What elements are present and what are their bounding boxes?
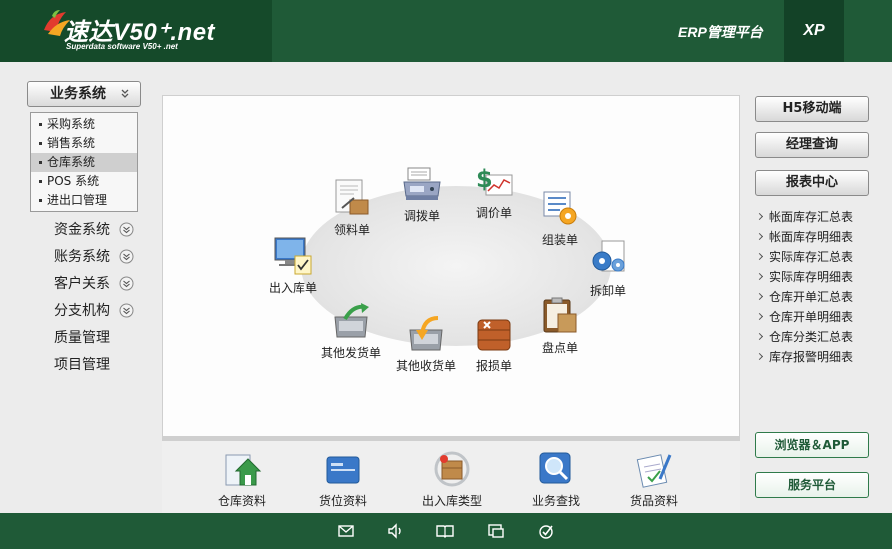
business-lookup-tile[interactable]: 业务查找 — [528, 449, 584, 509]
other-shipment-tile[interactable]: 其他发货单 — [318, 301, 384, 361]
tile-label: 货品资料 — [629, 494, 678, 508]
report-link[interactable]: 帐面库存明细表 — [755, 227, 881, 247]
outbox-arrow-icon — [334, 303, 369, 338]
tile-label: 其他收货单 — [395, 359, 456, 373]
menu-item-projects[interactable]: 项目管理 — [54, 353, 138, 380]
header-bar: 速达V50⁺.net Superdata software V50+ .net … — [0, 0, 892, 62]
manager-query-button[interactable]: 经理查询 — [755, 132, 869, 158]
double-chevron-down-icon — [121, 89, 129, 98]
tile-label: 拆卸单 — [589, 284, 626, 298]
dollar-chart-icon: $ — [476, 165, 513, 196]
transfer-order-tile[interactable]: 调拨单 — [397, 164, 447, 224]
circle-chevron-down-icon — [119, 249, 134, 264]
tile-label: 盘点单 — [541, 341, 578, 355]
speaker-icon[interactable] — [386, 522, 404, 540]
stock-inout-tile[interactable]: 出入库单 — [265, 236, 321, 296]
tile-label: 仓库资料 — [217, 494, 266, 508]
gears-document-icon — [592, 240, 625, 272]
report-link[interactable]: 实际库存明细表 — [755, 267, 881, 287]
browser-app-button[interactable]: 浏览器＆APP — [755, 432, 869, 458]
window-icon[interactable] — [487, 522, 505, 540]
inbox-arrow-icon — [409, 316, 443, 351]
material-pick-tile[interactable]: 领料单 — [327, 178, 377, 238]
report-link[interactable]: 实际库存汇总表 — [755, 247, 881, 267]
menu-item-funds[interactable]: 资金系统 — [54, 218, 138, 245]
svg-text:$: $ — [476, 165, 493, 193]
sub-item-pos[interactable]: POS 系统 — [31, 172, 137, 191]
tile-label: 其他发货单 — [320, 346, 381, 360]
tile-label: 业务查找 — [531, 494, 580, 508]
mail-icon[interactable] — [337, 522, 355, 540]
warehouse-house-icon — [225, 454, 262, 486]
damaged-box-icon — [477, 319, 511, 351]
tile-label: 货位资料 — [318, 494, 367, 508]
logo-subtitle: Superdata software V50+ .net — [66, 42, 178, 51]
tile-label: 出入库类型 — [421, 494, 482, 508]
warehouse-info-tile[interactable]: 仓库资料 — [214, 449, 270, 509]
document-box-icon — [335, 179, 369, 215]
report-center-button[interactable]: 报表中心 — [755, 170, 869, 196]
left-menu: 资金系统 账务系统 客户关系 分支机构 质量管理 项目管理 — [54, 218, 138, 380]
report-link[interactable]: 仓库分类汇总表 — [755, 327, 881, 347]
business-sub-list: 采购系统 销售系统 仓库系统 POS 系统 进出口管理 — [30, 112, 138, 212]
book-icon[interactable] — [436, 522, 454, 540]
tile-label: 组装单 — [541, 233, 578, 247]
report-link[interactable]: 仓库开单明细表 — [755, 307, 881, 327]
platform-name: ERP管理平台 — [678, 24, 763, 40]
sub-item-purchase[interactable]: 采购系统 — [31, 115, 137, 134]
h5-mobile-button[interactable]: H5移动端 — [755, 96, 869, 122]
damage-report-tile[interactable]: 报损单 — [469, 314, 519, 374]
warehouse-flow-panel: 调拨单 $ 调价单 组装单 领料单 出入库单 拆卸单 其他发货单 其他收货单 报… — [162, 95, 740, 437]
card-icon — [326, 456, 360, 484]
sub-item-import-export[interactable]: 进出口管理 — [31, 191, 137, 210]
tile-label: 报损单 — [475, 359, 512, 373]
disassembly-order-tile[interactable]: 拆卸单 — [583, 239, 633, 299]
service-platform-button[interactable]: 服务平台 — [755, 472, 869, 498]
circle-chevron-down-icon — [119, 276, 134, 291]
inout-type-tile[interactable]: 出入库类型 — [414, 449, 490, 509]
circle-chevron-down-icon — [119, 303, 134, 318]
bottom-shortcuts: 仓库资料 货位资料 出入库类型 业务查找 货品资料 — [162, 441, 740, 513]
business-system-label: 业务系统 — [50, 86, 106, 102]
footer-bar — [0, 513, 892, 549]
assembly-order-tile[interactable]: 组装单 — [535, 188, 585, 248]
tile-label: 调拨单 — [403, 209, 440, 223]
menu-item-accounting[interactable]: 账务系统 — [54, 245, 138, 272]
menu-item-label: 账务系统 — [54, 249, 110, 265]
sub-item-warehouse[interactable]: 仓库系统 — [31, 153, 137, 172]
clipboard-box-icon — [543, 297, 577, 333]
tile-label: 领料单 — [333, 223, 370, 237]
box-cycle-icon — [434, 451, 470, 487]
monitor-check-icon — [274, 237, 312, 275]
goods-info-tile[interactable]: 货品资料 — [626, 449, 682, 509]
menu-item-crm[interactable]: 客户关系 — [54, 272, 138, 299]
report-link[interactable]: 帐面库存汇总表 — [755, 207, 881, 227]
clipboard-pen-icon — [636, 454, 672, 488]
tile-label: 出入库单 — [268, 281, 317, 295]
gear-list-icon — [543, 191, 577, 225]
fax-machine-icon — [403, 167, 441, 200]
tile-label: 调价单 — [475, 206, 512, 220]
menu-item-label: 客户关系 — [54, 276, 110, 292]
menu-item-branches[interactable]: 分支机构 — [54, 299, 138, 326]
menu-item-quality[interactable]: 质量管理 — [54, 326, 138, 353]
sub-item-sales[interactable]: 销售系统 — [31, 134, 137, 153]
menu-item-label: 分支机构 — [54, 303, 110, 319]
report-list: 帐面库存汇总表 帐面库存明细表 实际库存汇总表 实际库存明细表 仓库开单汇总表 … — [755, 207, 881, 367]
menu-item-label: 资金系统 — [54, 222, 110, 238]
logo-block: 速达V50⁺.net Superdata software V50+ .net — [0, 0, 272, 62]
location-info-tile[interactable]: 货位资料 — [315, 449, 371, 509]
check-circle-icon[interactable] — [537, 522, 555, 540]
report-link[interactable]: 仓库开单汇总表 — [755, 287, 881, 307]
version-tab[interactable]: XP — [784, 0, 844, 62]
report-link[interactable]: 库存报警明细表 — [755, 347, 881, 367]
business-system-button[interactable]: 业务系统 — [27, 81, 141, 107]
inventory-count-tile[interactable]: 盘点单 — [535, 296, 585, 356]
other-receipt-tile[interactable]: 其他收货单 — [393, 314, 459, 374]
magnifier-icon — [539, 452, 571, 484]
price-adjust-tile[interactable]: $ 调价单 — [469, 161, 519, 221]
circle-chevron-down-icon — [119, 222, 134, 237]
